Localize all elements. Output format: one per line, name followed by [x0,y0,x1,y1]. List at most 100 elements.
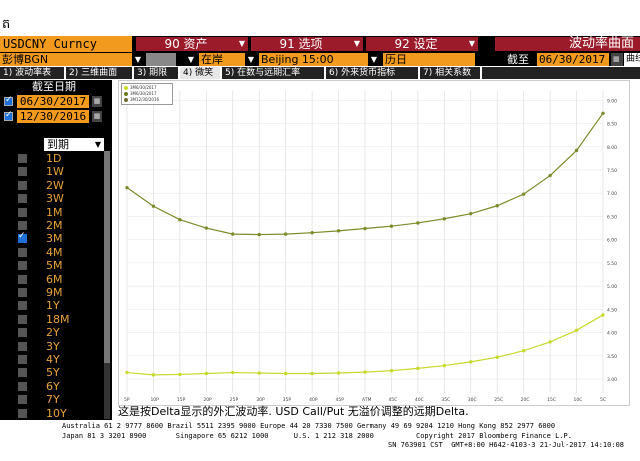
y-tick-label: 5.50 [607,261,617,267]
tab-3d-surface[interactable]: 2) 三维曲面 [66,67,132,79]
tenor-checkbox[interactable] [18,180,27,190]
x-tick-label: 45C [388,397,397,403]
date-checkbox[interactable] [4,95,13,106]
x-tick-label: 10C [574,397,583,403]
date-field[interactable]: 12/30/2016 [17,110,89,123]
data-point [310,231,314,235]
tenor-checkbox[interactable] [18,341,27,351]
data-point [125,370,129,375]
x-tick-label: 20P [203,397,212,403]
data-point [574,328,579,332]
tenor-row[interactable]: 10Y [0,406,112,421]
tenor-scroll-thumb[interactable] [104,151,110,363]
assets-menu-label: 90 资产 [164,37,208,51]
asof-date-row: 06/30/2017 ▦ [2,95,106,109]
source-select[interactable]: 彭博BGN [0,53,132,66]
tenor-checkbox[interactable] [18,381,27,391]
blank-field[interactable] [146,53,176,66]
tab-term[interactable]: 3) 期限 [134,67,178,79]
legend-label: 3M6/30/2017 [130,91,157,96]
calendar-icon[interactable]: ▦ [611,53,623,66]
tenor-checkbox[interactable] [18,368,27,378]
tenor-checkbox[interactable] [18,314,27,324]
chevron-down-icon[interactable]: ▼ [369,53,379,66]
chevron-down-icon: ▼ [94,140,101,149]
smile-chart-svg: 3.00 3.50 4.00 4.50 5.00 5.50 6.00 6.50 7.00 7.50… [124,91,617,403]
x-tick-label: 45P [336,397,345,403]
tenor-column-header[interactable]: 到期 ▼ [44,138,104,151]
tenor-checkbox[interactable] [18,154,27,163]
x-tick-label: 5C [600,397,606,403]
asof-date-field[interactable]: 06/30/2017 [537,53,609,66]
tenor-checkbox[interactable] [18,207,27,217]
x-tick-label: 20C [521,397,530,403]
settings-menu-label: 92 设定 [394,37,438,51]
assets-menu-button[interactable]: 90 资产 ▼ [136,37,248,51]
y-tick-label: 6.00 [607,238,617,244]
data-point [495,355,499,359]
tenor-checkbox[interactable] [18,328,27,338]
date-checkbox[interactable] [4,110,13,121]
data-point [310,371,314,376]
tab-exotic[interactable]: 6) 外来货币指标 [326,67,418,79]
data-point [574,148,579,153]
tenor-checkbox[interactable] [18,301,27,311]
tenor-checkbox[interactable] [18,194,27,204]
x-tick-label: 15P [177,397,186,403]
asof-dates-header: 截至日期 [32,80,76,93]
ticker-field[interactable]: USDCNY Curncy [0,36,132,52]
time-select[interactable]: Beijing 15:00 [259,53,368,66]
settings-menu-button[interactable]: 92 设定 ▼ [366,37,478,51]
x-tick-label: 25P [230,397,239,403]
tab-vol-table[interactable]: 1) 波动率表 [0,67,64,79]
tab-forward[interactable]: 5) 在数与远期汇率 [222,67,324,79]
tenor-checkbox[interactable] [18,355,27,364]
calendar-select[interactable]: 历日 [383,53,475,66]
x-tick-label: 40C [415,397,424,403]
legend-label: 3M6/30/2017 [130,85,157,90]
y-tick-label: 4.50 [607,307,617,313]
tenor-label: 10Y [46,406,67,420]
data-point [548,173,552,178]
calendar-icon[interactable]: ▦ [92,96,102,107]
chevron-down-icon[interactable]: ▼ [246,53,256,66]
data-point [204,226,209,230]
data-point [125,185,129,190]
data-point [548,340,552,344]
data-point [521,349,526,353]
data-point [601,313,605,317]
data-point [389,224,394,228]
x-tick-label: 40P [309,397,318,403]
data-point [204,371,209,376]
smile-chart[interactable]: 3.00 3.50 4.00 4.50 5.00 5.50 6.00 6.50 7.00 7.50… [118,80,630,406]
tenor-checkbox[interactable] [18,247,27,257]
tenor-header-label: 到期 [47,138,69,151]
options-menu-label: 91 选项 [279,37,323,51]
date-field[interactable]: 06/30/2017 [17,95,89,108]
tenor-checkbox[interactable] [18,221,27,230]
tab-smile[interactable]: 4) 微笑 [180,67,220,79]
chevron-down-icon[interactable]: ▼ [186,53,196,66]
legend-swatch [124,98,128,102]
tenor-checkbox[interactable] [18,167,27,177]
chevron-down-icon: ▼ [468,39,475,48]
market-select[interactable]: 在岸 [199,53,245,66]
chevron-down-icon[interactable]: ▼ [133,53,143,66]
tenor-checkbox[interactable] [18,231,27,244]
data-point [283,371,288,376]
options-menu-button[interactable]: 91 选项 ▼ [251,37,363,51]
y-tick-label: 3.00 [607,377,617,383]
data-point [257,371,261,375]
x-tick-label: 30P [256,397,265,403]
tenor-checkbox[interactable] [18,261,27,271]
tenor-checkbox[interactable] [18,408,27,418]
tab-correlation[interactable]: 7) 相关系数 [420,67,480,79]
tenor-checkbox[interactable] [18,274,27,284]
tenor-checkbox[interactable] [18,288,27,297]
curve-icon-label[interactable]: 曲线 [624,53,640,66]
y-tick-label: 8.00 [607,145,617,151]
tenor-checkbox[interactable] [18,395,27,405]
footer-contacts-line: Japan 81 3 3201 8900 Singapore 65 6212 1… [62,432,572,440]
calendar-icon[interactable]: ▦ [92,111,102,122]
x-tick-label: 30C [468,397,477,403]
